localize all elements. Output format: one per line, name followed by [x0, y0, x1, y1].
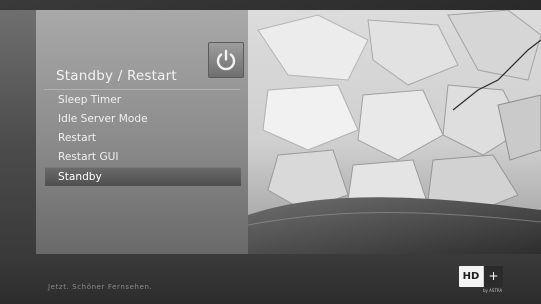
- menu-item-restart-gui[interactable]: Restart GUI: [45, 148, 241, 167]
- menu-item-sleep-timer[interactable]: Sleep Timer: [45, 91, 241, 110]
- standby-menu: Sleep Timer Idle Server Mode Restart Res…: [45, 91, 241, 186]
- menu-item-restart[interactable]: Restart: [45, 129, 241, 148]
- plus-logo-text: +: [484, 266, 503, 287]
- page-title: Standby / Restart: [56, 68, 177, 84]
- astra-logo-text: by ASTRA: [483, 288, 503, 293]
- title-divider: [44, 89, 240, 90]
- hd-plus-logo: HD +: [459, 266, 503, 287]
- ice-landscape-graphic: [248, 10, 541, 254]
- power-tile: [208, 42, 244, 78]
- hd-logo-text: HD: [459, 266, 484, 287]
- tv-screen: Standby / Restart Sleep Timer Idle Serve…: [0, 0, 541, 304]
- menu-item-idle-server-mode[interactable]: Idle Server Mode: [45, 110, 241, 129]
- background-ice-image: [248, 10, 541, 254]
- menu-item-standby[interactable]: Standby: [45, 167, 241, 186]
- slogan-text: Jetzt. Schöner Fernsehen.: [48, 283, 153, 291]
- power-icon: [216, 49, 236, 71]
- left-background-strip: [0, 10, 36, 254]
